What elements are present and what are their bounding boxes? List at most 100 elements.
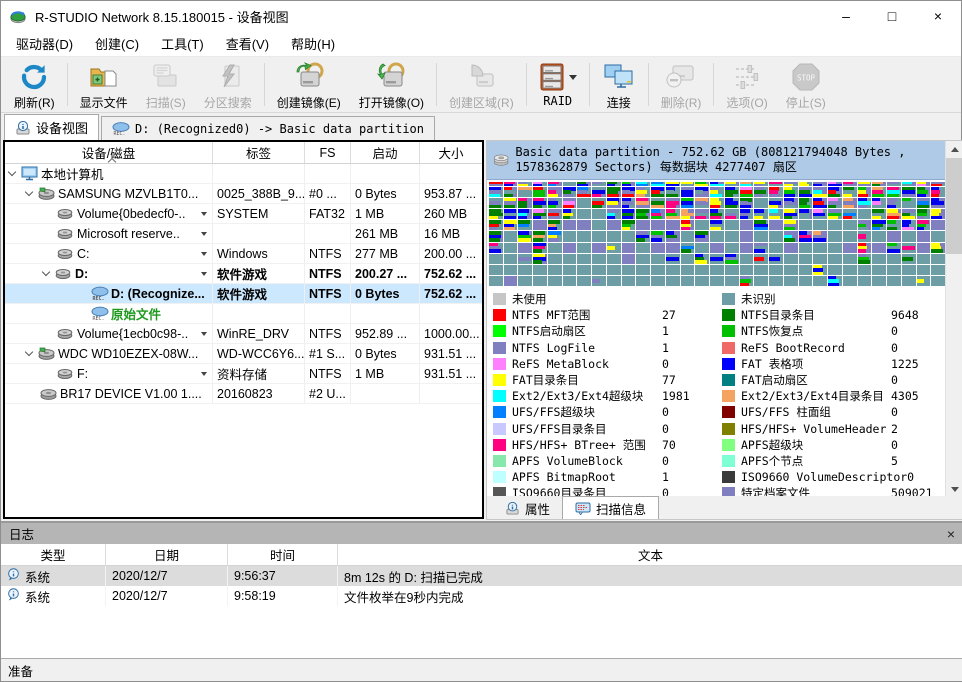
map-block bbox=[799, 182, 813, 186]
device-fs bbox=[305, 164, 351, 183]
monitors-icon bbox=[603, 61, 635, 93]
connect-button[interactable]: 连接 bbox=[593, 59, 645, 112]
log-row[interactable]: 系统2020/12/79:56:378m 12s 的 D: 扫描已完成 bbox=[1, 566, 962, 586]
log-table-header: 类型 日期 时间 文本 bbox=[1, 544, 962, 566]
map-block bbox=[725, 187, 739, 197]
dropdown-arrow-icon[interactable] bbox=[201, 232, 207, 236]
show-files-button[interactable]: 显示文件 bbox=[71, 59, 137, 112]
refresh-button[interactable]: 刷新(R) bbox=[5, 59, 64, 112]
rec-icon: REC. bbox=[91, 286, 108, 301]
menu-drive[interactable]: 驱动器(D) bbox=[5, 31, 84, 56]
log-column-type[interactable]: 类型 bbox=[1, 544, 106, 565]
device-row[interactable]: C:WindowsNTFS277 MB200.00 ... bbox=[5, 244, 482, 264]
column-header-device[interactable]: 设备/磁盘 bbox=[5, 142, 213, 163]
create-region-button[interactable]: 创建区域(R) bbox=[440, 59, 523, 112]
expander-chevron-icon[interactable] bbox=[8, 168, 16, 176]
device-row[interactable]: WDC WD10EZEX-08W...WD-WCC6Y6...#1 S...0 … bbox=[5, 344, 482, 364]
device-row[interactable]: Volume{0bedecf0-..SYSTEMFAT321 MB260 MB bbox=[5, 204, 482, 224]
expander-chevron-icon[interactable] bbox=[42, 268, 50, 276]
log-column-time[interactable]: 时间 bbox=[228, 544, 338, 565]
minimize-button[interactable]: – bbox=[823, 1, 869, 31]
dropdown-arrow-icon[interactable] bbox=[201, 252, 207, 256]
log-column-date[interactable]: 日期 bbox=[106, 544, 228, 565]
dropdown-arrow-icon[interactable] bbox=[201, 332, 207, 336]
device-name: SAMSUNG MZVLB1T0... bbox=[58, 187, 198, 201]
scroll-up-icon[interactable] bbox=[946, 141, 962, 158]
device-fs: NTFS bbox=[305, 244, 351, 263]
device-row[interactable]: 本地计算机 bbox=[5, 164, 482, 184]
map-block bbox=[769, 231, 783, 241]
scan-info-panel: Basic data partition - 752.62 GB (808121… bbox=[486, 140, 962, 520]
disk-icon bbox=[40, 386, 57, 401]
scan-button[interactable]: 扫描(S) bbox=[137, 59, 195, 112]
column-header-fs[interactable]: FS bbox=[305, 142, 351, 163]
log-row[interactable]: 系统2020/12/79:58:19文件枚举在9秒内完成 bbox=[1, 586, 962, 606]
tab-properties[interactable]: 属性 bbox=[493, 498, 562, 519]
device-row[interactable]: Microsoft reserve..261 MB16 MB bbox=[5, 224, 482, 244]
device-label bbox=[213, 164, 305, 183]
map-block bbox=[489, 243, 503, 253]
device-row[interactable]: REC.D: (Recognize...软件游戏NTFS0 Bytes752.6… bbox=[5, 284, 482, 304]
dropdown-arrow-icon[interactable] bbox=[201, 372, 207, 376]
scrollbar-thumb[interactable] bbox=[946, 158, 962, 254]
tab-recognized-partition[interactable]: REC. D: (Recognized0) -> Basic data part… bbox=[101, 116, 435, 140]
device-row[interactable]: SAMSUNG MZVLB1T0...0025_388B_9...#0 ...0… bbox=[5, 184, 482, 204]
menu-create[interactable]: 创建(C) bbox=[84, 31, 150, 56]
expander-chevron-icon[interactable] bbox=[25, 188, 33, 196]
map-block bbox=[769, 220, 783, 230]
tab-scan-info[interactable]: 扫描信息 bbox=[562, 496, 659, 519]
toolbar-separator bbox=[67, 63, 68, 106]
map-block bbox=[931, 243, 945, 253]
map-block bbox=[563, 198, 577, 208]
open-image-icon bbox=[375, 61, 407, 93]
tab-device-view[interactable]: 设备视图 bbox=[4, 114, 99, 140]
maximize-button[interactable]: □ bbox=[869, 1, 915, 31]
legend-label: FAT启动扇区 bbox=[741, 372, 891, 388]
scrollbar-vertical[interactable] bbox=[945, 141, 962, 498]
raid-button[interactable]: RAID bbox=[530, 59, 586, 112]
legend-label: APFS VolumeBlock bbox=[512, 454, 662, 468]
map-block bbox=[518, 231, 532, 241]
expander-chevron-icon[interactable] bbox=[25, 348, 33, 356]
column-header-label[interactable]: 标签 bbox=[213, 142, 305, 163]
log-close-icon[interactable]: × bbox=[947, 527, 955, 541]
open-image-button[interactable]: 打开镜像(O) bbox=[350, 59, 433, 112]
options-button[interactable]: 选项(O) bbox=[717, 59, 776, 112]
partition-icon bbox=[57, 326, 74, 341]
column-header-size[interactable]: 大小 bbox=[420, 142, 482, 163]
legend-swatch bbox=[493, 439, 506, 451]
device-row[interactable]: F:资料存储NTFS1 MB931.51 ... bbox=[5, 364, 482, 384]
delete-button[interactable]: 删除(R) bbox=[652, 59, 711, 112]
column-header-boot[interactable]: 启动 bbox=[351, 142, 420, 163]
legend-label: UFS/FFS 柱面组 bbox=[741, 404, 891, 420]
map-block bbox=[577, 182, 591, 186]
menu-help[interactable]: 帮助(H) bbox=[280, 31, 346, 56]
device-row[interactable]: D:软件游戏NTFS200.27 ...752.62 ... bbox=[5, 264, 482, 284]
legend-swatch bbox=[722, 325, 735, 337]
map-block bbox=[740, 243, 754, 253]
menu-view[interactable]: 查看(V) bbox=[215, 31, 280, 56]
map-block bbox=[799, 254, 813, 264]
device-label: 20160823 bbox=[213, 384, 305, 403]
log-column-text[interactable]: 文本 bbox=[338, 544, 962, 565]
map-block bbox=[548, 209, 562, 219]
close-button[interactable]: × bbox=[915, 1, 961, 31]
stop-icon: STOP bbox=[791, 61, 821, 93]
raid-dropdown-icon[interactable] bbox=[569, 75, 577, 80]
map-block bbox=[828, 265, 842, 275]
map-block bbox=[695, 254, 709, 264]
device-row[interactable]: BR17 DEVICE V1.00 1....20160823#2 U... bbox=[5, 384, 482, 404]
dropdown-arrow-icon[interactable] bbox=[201, 212, 207, 216]
info-bubble-icon bbox=[7, 588, 20, 604]
partition-search-button[interactable]: 分区搜索 bbox=[195, 59, 261, 112]
stop-button[interactable]: STOP 停止(S) bbox=[777, 59, 835, 112]
create-image-button[interactable]: 创建镜像(E) bbox=[268, 59, 350, 112]
device-row[interactable]: REC.原始文件 bbox=[5, 304, 482, 324]
dropdown-arrow-icon[interactable] bbox=[201, 272, 207, 276]
menu-tools[interactable]: 工具(T) bbox=[150, 31, 215, 56]
map-block bbox=[872, 265, 886, 275]
map-block bbox=[681, 276, 695, 286]
map-block bbox=[504, 265, 518, 275]
device-row[interactable]: Volume{1ecb0c98-..WinRE_DRVNTFS952.89 ..… bbox=[5, 324, 482, 344]
device-name: BR17 DEVICE V1.00 1.... bbox=[60, 387, 202, 401]
